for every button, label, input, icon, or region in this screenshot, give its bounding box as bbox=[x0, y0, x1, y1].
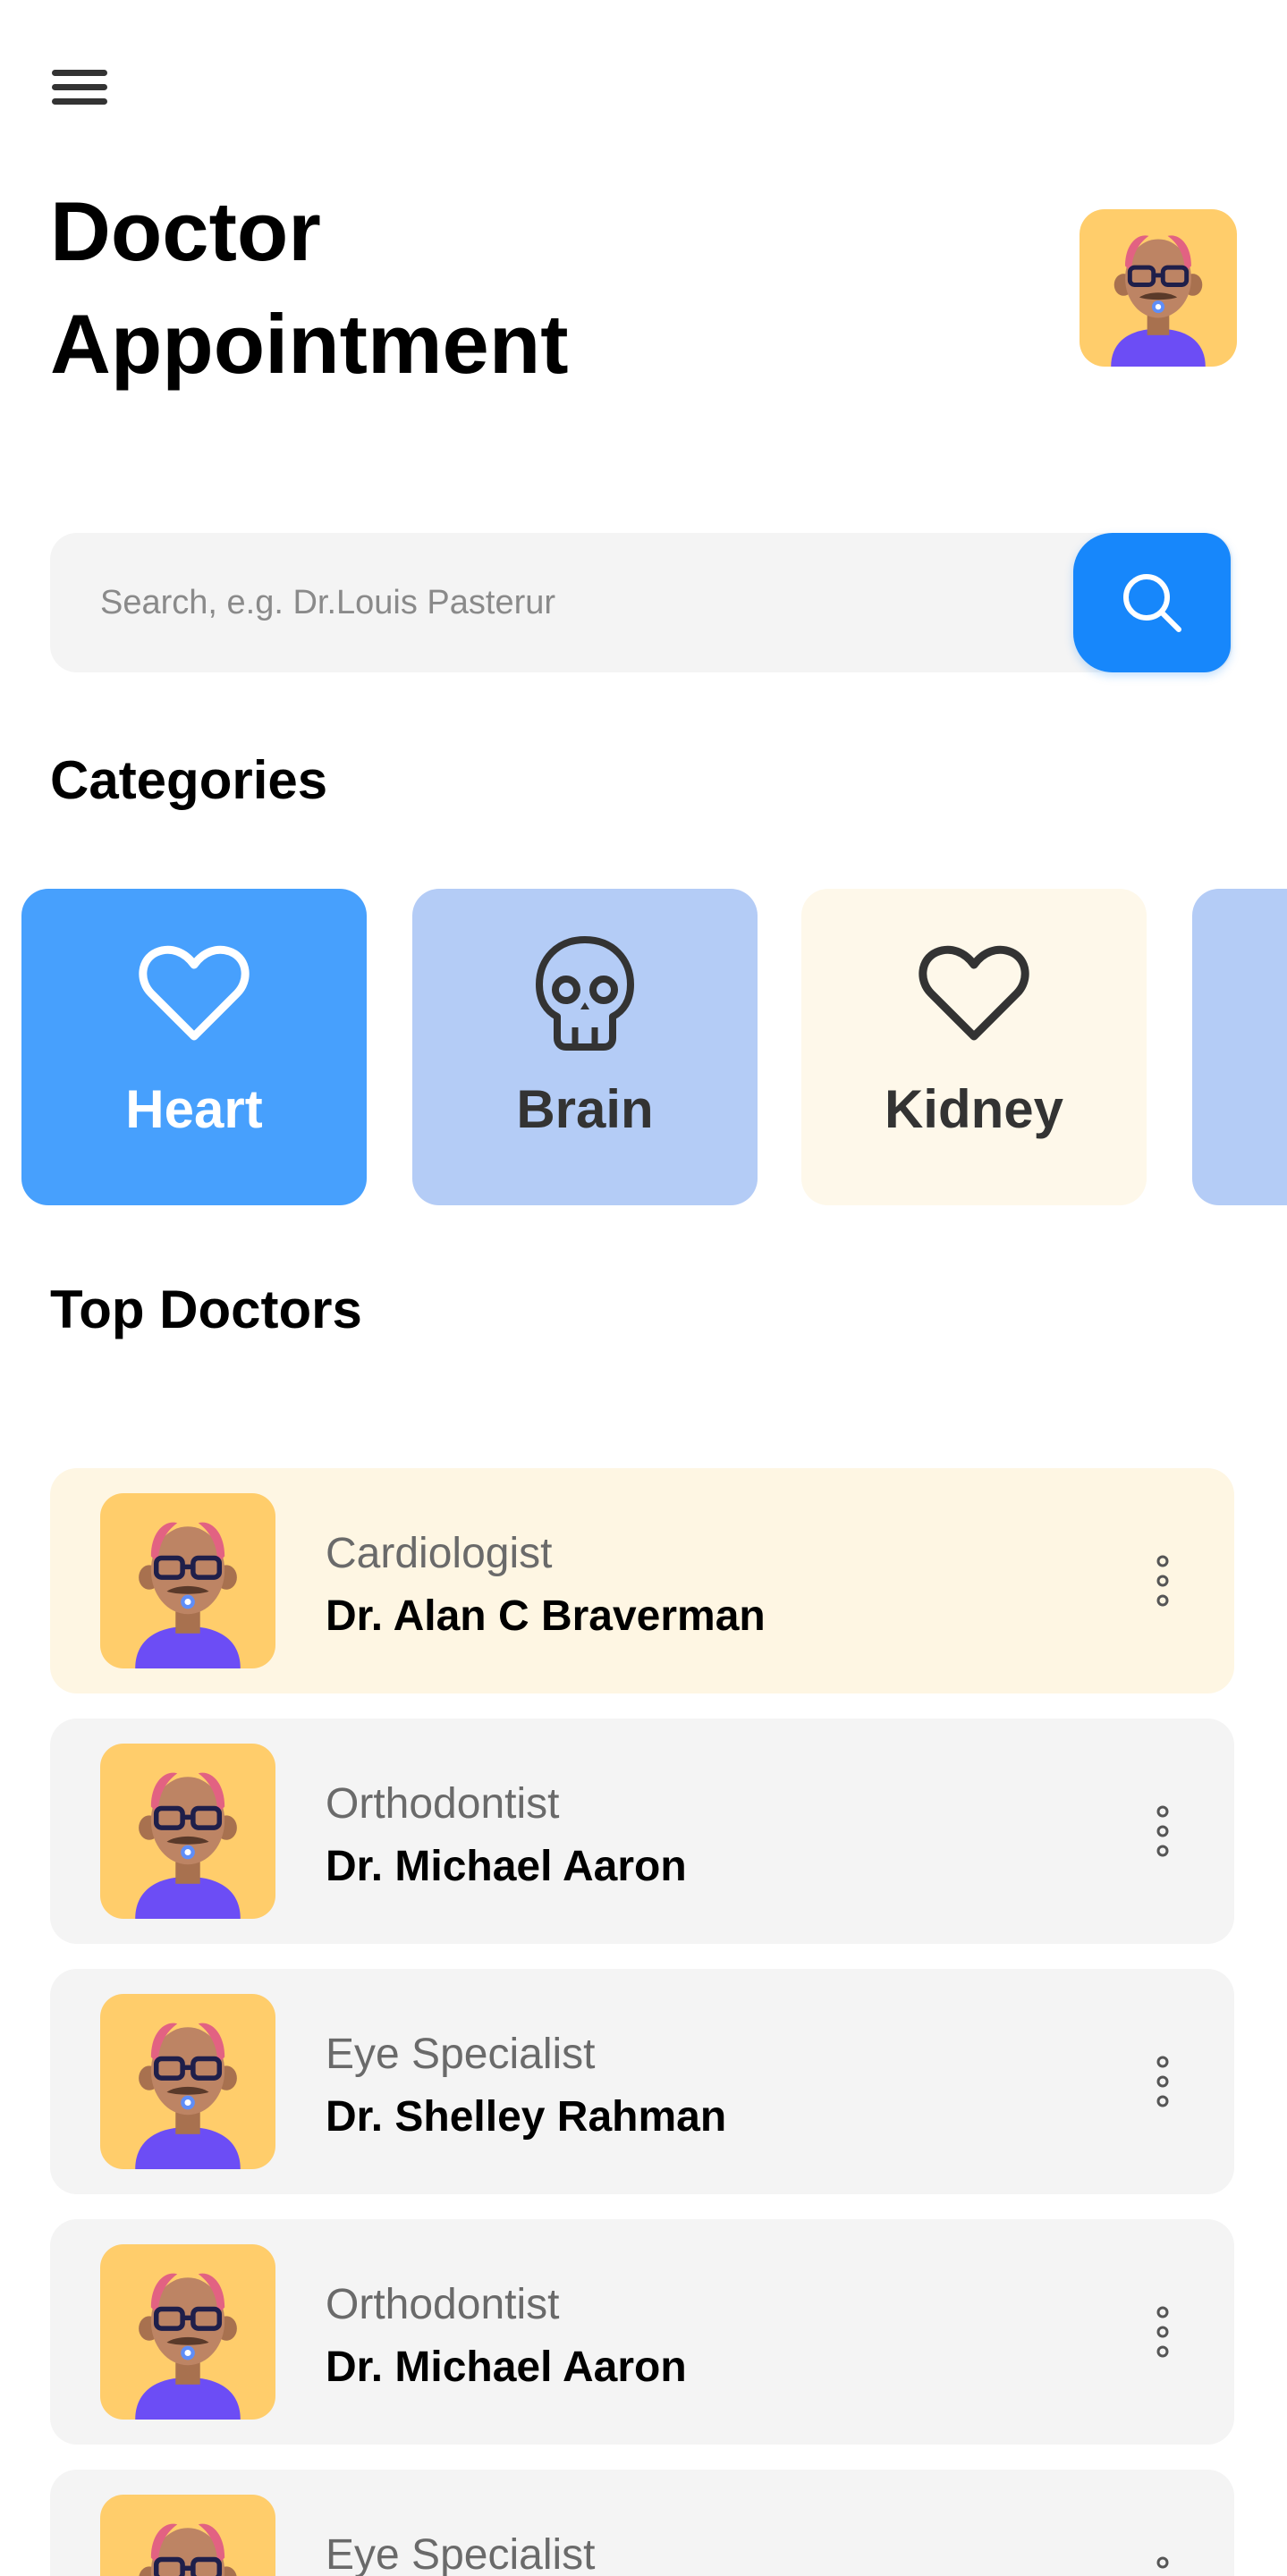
skull-icon bbox=[536, 936, 634, 1051]
category-card-kidney[interactable]: Kidney bbox=[801, 889, 1147, 1205]
app-screen: Doctor Appointment Categories Heart bbox=[0, 0, 1287, 2576]
profile-avatar[interactable] bbox=[1080, 209, 1237, 367]
doctor-card[interactable]: Eye Specialist bbox=[50, 2470, 1234, 2576]
doctor-card[interactable]: Cardiologist Dr. Alan C Braverman bbox=[50, 1468, 1234, 1693]
doctor-more-button[interactable] bbox=[1136, 1795, 1190, 1867]
doctor-avatar bbox=[100, 2244, 275, 2420]
doctor-card[interactable]: Orthodontist Dr. Michael Aaron bbox=[50, 2219, 1234, 2445]
page-title-line-1: Doctor bbox=[50, 184, 321, 278]
heart-icon bbox=[139, 945, 250, 1041]
doctor-specialty: Cardiologist bbox=[326, 1530, 553, 1577]
doctor-specialty: Eye Specialist bbox=[326, 2531, 596, 2576]
categories-heading: Categories bbox=[50, 750, 328, 810]
doctor-avatar-icon bbox=[135, 2023, 241, 2169]
category-icon-wrap bbox=[412, 935, 758, 1052]
doctor-specialty: Orthodontist bbox=[326, 2281, 560, 2328]
category-card-heart[interactable]: Heart bbox=[21, 889, 367, 1205]
doctor-name: Dr. Michael Aaron bbox=[326, 2344, 687, 2391]
doctor-more-button[interactable] bbox=[1136, 2046, 1190, 2117]
top-doctors-heading: Top Doctors bbox=[50, 1280, 362, 1339]
doctor-more-button[interactable] bbox=[1136, 2546, 1190, 2576]
search-icon bbox=[1123, 574, 1181, 632]
doctor-more-button[interactable] bbox=[1136, 2296, 1190, 2368]
doctor-card[interactable]: Eye Specialist Dr. Shelley Rahman bbox=[50, 1969, 1234, 2194]
search-input[interactable] bbox=[100, 533, 1066, 672]
doctor-more-button[interactable] bbox=[1136, 1545, 1190, 1617]
doctor-avatar bbox=[100, 1493, 275, 1668]
doctor-avatar-icon bbox=[135, 1522, 241, 1668]
doctor-name: Dr. Michael Aaron bbox=[326, 1843, 687, 1890]
page-title: Doctor Appointment bbox=[50, 175, 855, 401]
search-button[interactable] bbox=[1073, 533, 1231, 672]
doctor-name: Dr. Shelley Rahman bbox=[326, 2093, 727, 2141]
category-label: Kidney bbox=[884, 1079, 1064, 1139]
doctor-avatar bbox=[100, 2495, 275, 2576]
doctor-avatar-icon bbox=[135, 2273, 241, 2420]
category-card-brain[interactable]: Brain bbox=[412, 889, 758, 1205]
menu-button[interactable] bbox=[50, 54, 125, 122]
more-vertical-icon bbox=[1156, 2556, 1169, 2569]
doctor-specialty: Orthodontist bbox=[326, 1780, 560, 1828]
doctor-avatar-icon bbox=[139, 2523, 237, 2576]
doctor-avatar-icon bbox=[135, 1772, 241, 1919]
doctor-avatar bbox=[100, 1744, 275, 1919]
more-vertical-icon bbox=[1156, 1555, 1169, 1607]
doctor-name: Dr. Alan C Braverman bbox=[326, 1592, 766, 1640]
search-bar bbox=[50, 533, 1232, 672]
doctor-card[interactable]: Orthodontist Dr. Michael Aaron bbox=[50, 1719, 1234, 1944]
doctor-avatar-icon bbox=[1111, 235, 1206, 367]
doctor-avatar bbox=[100, 1994, 275, 2169]
category-icon-wrap bbox=[21, 935, 367, 1052]
category-card-partial[interactable] bbox=[1192, 889, 1287, 1205]
hamburger-menu-icon bbox=[52, 70, 107, 105]
page-title-line-2: Appointment bbox=[50, 297, 569, 391]
more-vertical-icon bbox=[1156, 2056, 1169, 2107]
more-vertical-icon bbox=[1156, 2306, 1169, 2358]
category-label: Brain bbox=[516, 1079, 654, 1139]
category-icon-wrap bbox=[801, 935, 1147, 1052]
doctor-specialty: Eye Specialist bbox=[326, 2031, 596, 2078]
more-vertical-icon bbox=[1156, 1805, 1169, 1857]
category-label: Heart bbox=[125, 1079, 263, 1139]
heart-icon bbox=[919, 945, 1029, 1041]
